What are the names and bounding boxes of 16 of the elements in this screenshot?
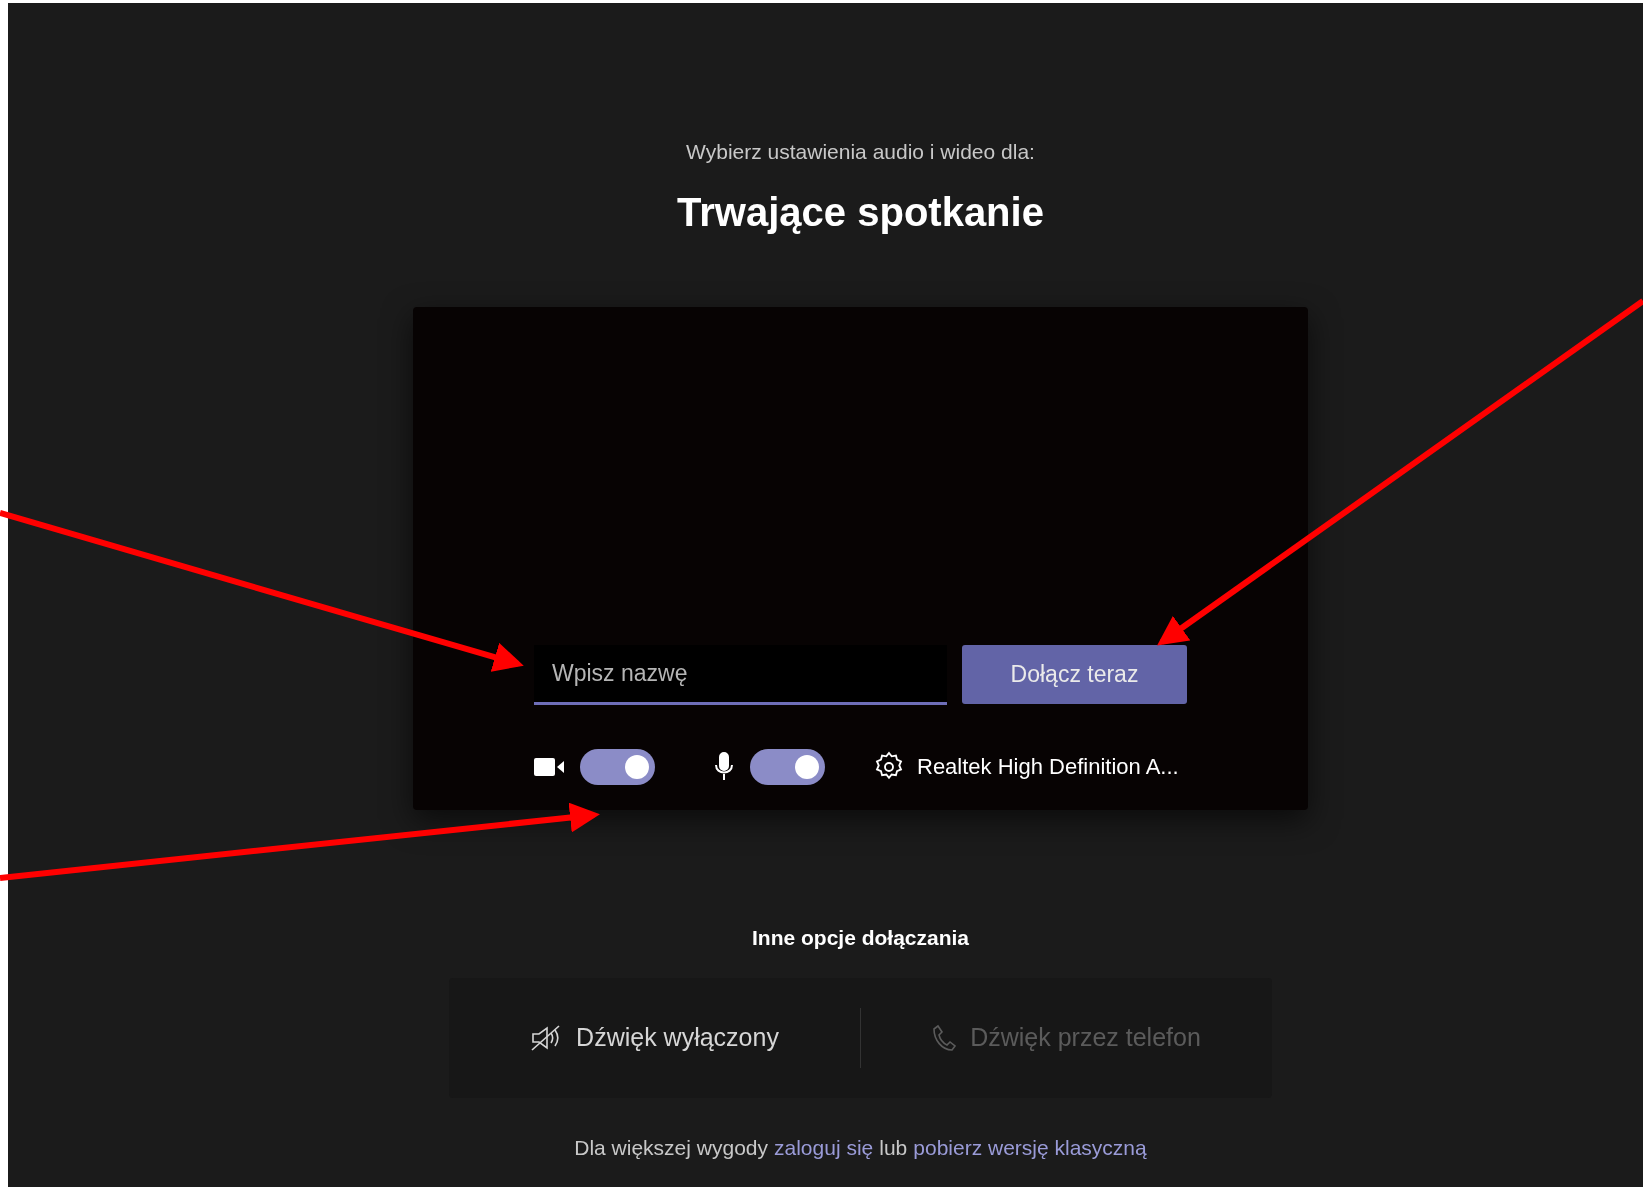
join-now-button[interactable]: Dołącz teraz (962, 645, 1187, 704)
microphone-icon (713, 751, 735, 782)
footer-text: lub (879, 1135, 908, 1161)
footer-text: Dla większej wygody (574, 1135, 768, 1161)
microphone-toggle[interactable] (750, 748, 825, 785)
camera-toggle[interactable] (580, 748, 655, 785)
video-camera-icon (534, 756, 565, 777)
name-input-field[interactable]: Wpisz nazwę (534, 644, 947, 705)
audio-device-label[interactable]: Realtek High Definition A... (917, 750, 1179, 783)
meeting-title: Trwające spotkanie (677, 188, 1044, 236)
phone-icon (932, 1024, 957, 1052)
join-option[interactable]: Dźwięk wyłączony (449, 1019, 860, 1057)
download-link[interactable]: pobierz wersję klasyczną (913, 1132, 1147, 1164)
sign-in-link[interactable]: zaloguj się (774, 1132, 874, 1164)
section-heading: Inne opcje dołączania (751, 924, 970, 951)
subtitle: Wybierz ustawienia audio i wideo dla: (686, 139, 1035, 165)
